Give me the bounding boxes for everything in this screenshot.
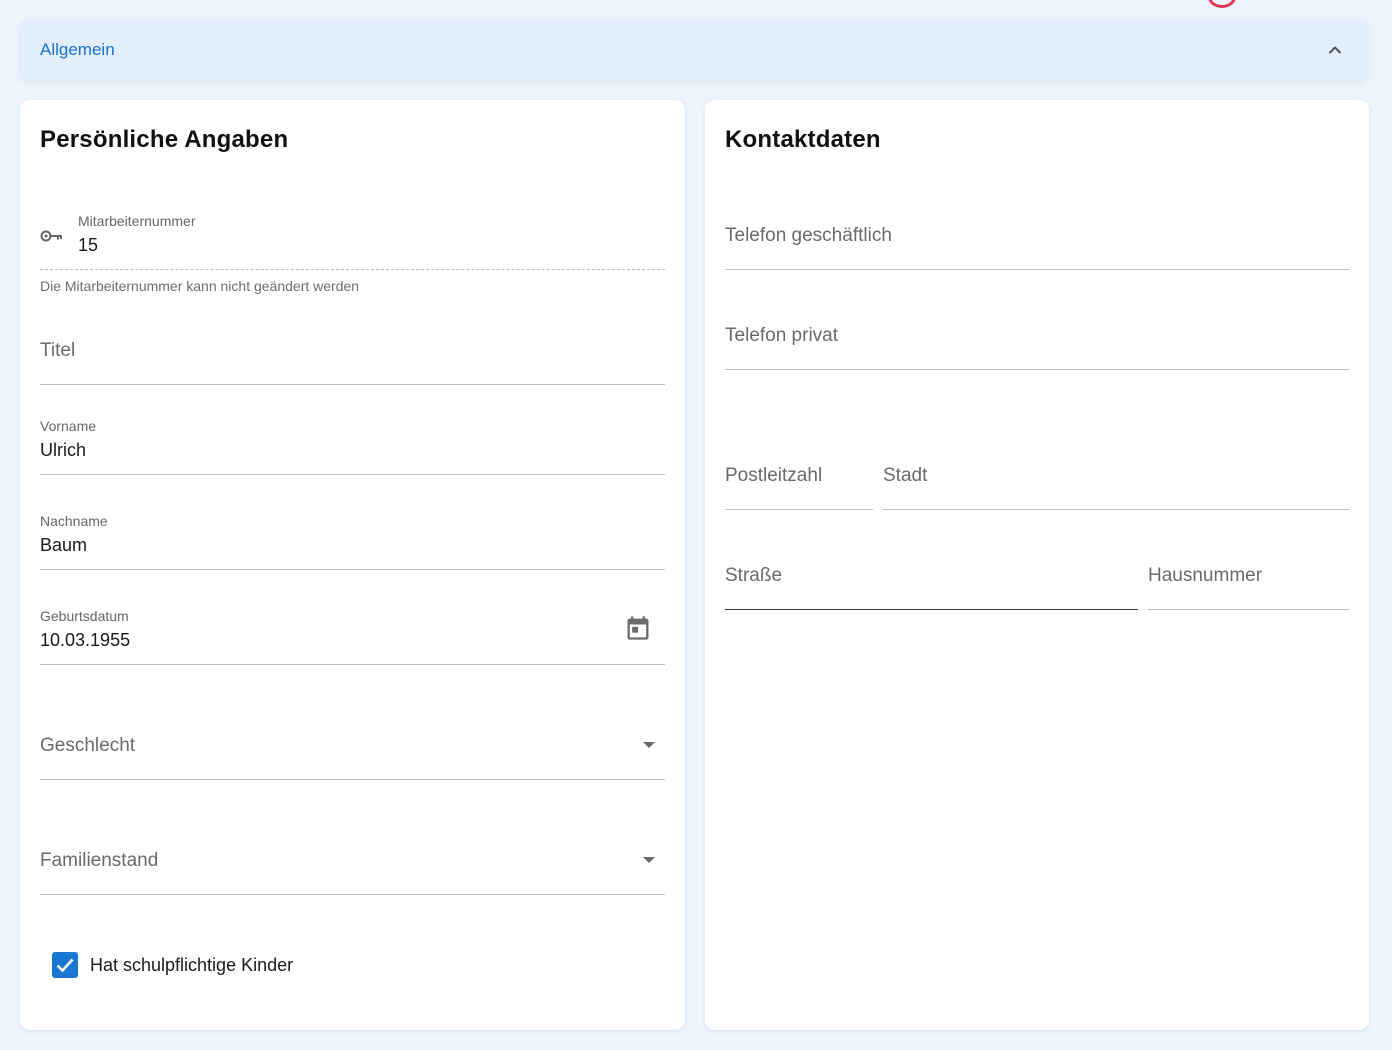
gender-underline [40,779,665,780]
city-underline [883,509,1349,510]
postal-code-input[interactable]: Postleitzahl [725,445,873,510]
school-children-label[interactable]: Hat schulpflichtige Kinder [90,955,293,976]
calendar-icon[interactable] [624,614,652,642]
city-placeholder: Stadt [883,465,928,486]
postal-code-underline [725,509,873,510]
key-icon [40,230,62,242]
last-name-value: Baum [40,535,88,555]
phone-business-input[interactable]: Telefon geschäftlich [725,205,1349,270]
chevron-up-icon[interactable] [1325,40,1345,60]
title-placeholder: Titel [40,340,76,361]
last-name-input[interactable]: Nachname Baum [40,505,665,570]
notification-badge-decoration [1208,0,1236,8]
street-underline [725,609,1138,610]
house-number-placeholder: Hausnummer [1148,565,1263,586]
phone-private-input[interactable]: Telefon privat [725,305,1349,370]
phone-business-placeholder: Telefon geschäftlich [725,225,892,246]
house-number-underline [1148,609,1349,610]
birth-date-underline [40,664,665,665]
title-underline [40,384,665,385]
dropdown-arrow-icon[interactable] [642,855,656,865]
city-input[interactable]: Stadt [883,445,1349,510]
gender-select[interactable]: Geschlecht [40,700,665,780]
phone-business-underline [725,269,1349,270]
last-name-label: Nachname [40,513,108,529]
first-name-input[interactable]: Vorname Ulrich [40,410,665,475]
first-name-underline [40,474,665,475]
street-placeholder: Straße [725,565,783,586]
employee-number-label: Mitarbeiternummer [78,213,196,229]
birth-date-input[interactable]: Geburtsdatum 10.03.1955 [40,600,665,665]
title-input[interactable]: Titel [40,320,665,385]
dropdown-arrow-icon[interactable] [642,740,656,750]
marital-status-placeholder: Familienstand [40,850,159,871]
employee-number-underline [40,269,665,270]
birth-date-value: 10.03.1955 [40,630,131,650]
house-number-input[interactable]: Hausnummer [1148,545,1349,610]
accordion-allgemein[interactable]: Allgemein [20,20,1369,80]
school-children-checkbox[interactable] [52,952,78,978]
personal-info-card: Persönliche Angaben Mitarbeiternummer 15… [20,100,685,1030]
employee-number-hint: Die Mitarbeiternummer kann nicht geänder… [40,278,360,294]
marital-status-underline [40,894,665,895]
gender-placeholder: Geschlecht [40,735,136,756]
accordion-title: Allgemein [40,40,115,59]
last-name-underline [40,569,665,570]
postal-code-placeholder: Postleitzahl [725,465,823,486]
phone-private-underline [725,369,1349,370]
first-name-value: Ulrich [40,440,87,460]
street-input[interactable]: Straße [725,545,1138,610]
first-name-label: Vorname [40,418,97,434]
check-icon [56,958,74,973]
phone-private-placeholder: Telefon privat [725,325,839,346]
contact-title: Kontaktdaten [725,126,881,153]
personal-info-title: Persönliche Angaben [40,126,289,153]
employee-number-value: 15 [78,235,99,255]
marital-status-select[interactable]: Familienstand [40,815,665,895]
contact-card: Kontaktdaten Telefon geschäftlich Telefo… [705,100,1369,1030]
birth-date-label: Geburtsdatum [40,608,129,624]
employee-number-field: Mitarbeiternummer 15 [40,208,665,270]
